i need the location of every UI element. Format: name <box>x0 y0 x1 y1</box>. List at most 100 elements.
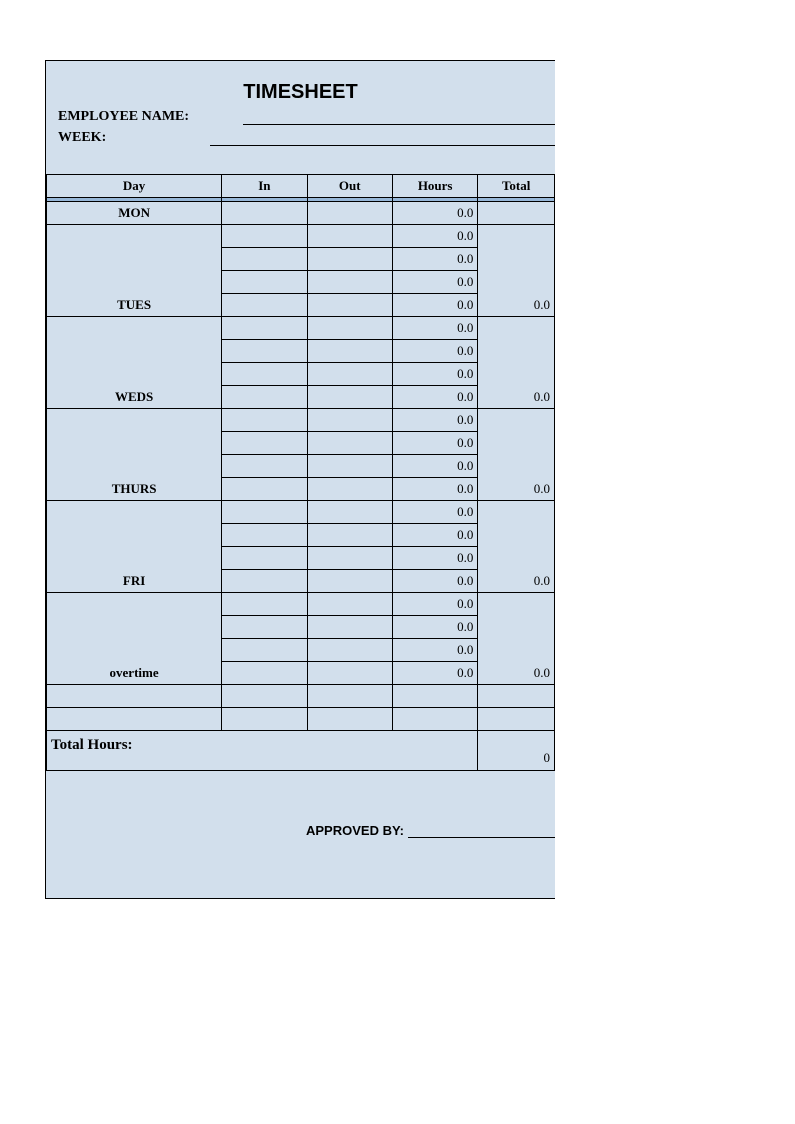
hours-cell: 0.0 <box>392 202 477 225</box>
hours-cell: 0.0 <box>392 317 477 340</box>
in-cell[interactable] <box>222 478 307 501</box>
blank-cell[interactable] <box>222 685 307 708</box>
col-out: Out <box>307 175 392 198</box>
in-cell[interactable] <box>222 202 307 225</box>
out-cell[interactable] <box>307 386 392 409</box>
in-cell[interactable] <box>222 386 307 409</box>
blank-cell[interactable] <box>392 685 477 708</box>
in-cell[interactable] <box>222 409 307 432</box>
out-cell[interactable] <box>307 317 392 340</box>
in-cell[interactable] <box>222 639 307 662</box>
in-cell[interactable] <box>222 432 307 455</box>
in-cell[interactable] <box>222 662 307 685</box>
col-in: In <box>222 175 307 198</box>
hours-cell: 0.0 <box>392 225 477 248</box>
blank-cell[interactable] <box>222 708 307 731</box>
day-total: 0.0 <box>478 501 555 593</box>
hours-cell: 0.0 <box>392 639 477 662</box>
form-title: TIMESHEET <box>243 81 357 103</box>
week-input[interactable] <box>210 127 555 146</box>
employee-name-row: EMPLOYEE NAME: <box>58 106 555 125</box>
out-cell[interactable] <box>307 478 392 501</box>
hours-cell: 0.0 <box>392 455 477 478</box>
week-label: WEEK: <box>58 130 106 146</box>
blank-cell[interactable] <box>307 685 392 708</box>
approved-by-input[interactable] <box>408 821 555 838</box>
blank-cell[interactable] <box>47 708 222 731</box>
title-row: TIMESHEET <box>46 81 555 104</box>
out-cell[interactable] <box>307 593 392 616</box>
blank-row <box>47 685 555 708</box>
col-total: Total <box>478 175 555 198</box>
in-cell[interactable] <box>222 616 307 639</box>
out-cell[interactable] <box>307 409 392 432</box>
hours-cell: 0.0 <box>392 570 477 593</box>
col-hours: Hours <box>392 175 477 198</box>
table-row: TUES0.00.0 <box>47 225 555 248</box>
out-cell[interactable] <box>307 616 392 639</box>
hours-cell: 0.0 <box>392 409 477 432</box>
in-cell[interactable] <box>222 340 307 363</box>
timesheet-table: Day In Out Hours Total MON0.0TUES0.00.00… <box>46 174 555 771</box>
out-cell[interactable] <box>307 662 392 685</box>
in-cell[interactable] <box>222 570 307 593</box>
out-cell[interactable] <box>307 225 392 248</box>
blank-cell[interactable] <box>47 685 222 708</box>
in-cell[interactable] <box>222 593 307 616</box>
hours-cell: 0.0 <box>392 593 477 616</box>
day-total: 0.0 <box>478 409 555 501</box>
in-cell[interactable] <box>222 524 307 547</box>
out-cell[interactable] <box>307 547 392 570</box>
in-cell[interactable] <box>222 455 307 478</box>
day-total <box>478 202 555 225</box>
in-cell[interactable] <box>222 294 307 317</box>
blank-cell[interactable] <box>307 708 392 731</box>
hours-cell: 0.0 <box>392 248 477 271</box>
in-cell[interactable] <box>222 547 307 570</box>
timesheet-form: TIMESHEET EMPLOYEE NAME: WEEK: Day In Ou… <box>45 60 555 899</box>
hours-cell: 0.0 <box>392 294 477 317</box>
day-label: FRI <box>47 501 222 593</box>
table-row: WEDS0.00.0 <box>47 317 555 340</box>
table-row: FRI0.00.0 <box>47 501 555 524</box>
hours-cell: 0.0 <box>392 386 477 409</box>
day-label: TUES <box>47 225 222 317</box>
hours-cell: 0.0 <box>392 271 477 294</box>
out-cell[interactable] <box>307 202 392 225</box>
in-cell[interactable] <box>222 501 307 524</box>
out-cell[interactable] <box>307 501 392 524</box>
day-label: THURS <box>47 409 222 501</box>
day-label: MON <box>47 202 222 225</box>
blank-cell[interactable] <box>392 708 477 731</box>
out-cell[interactable] <box>307 455 392 478</box>
in-cell[interactable] <box>222 248 307 271</box>
out-cell[interactable] <box>307 294 392 317</box>
out-cell[interactable] <box>307 570 392 593</box>
hours-cell: 0.0 <box>392 478 477 501</box>
out-cell[interactable] <box>307 271 392 294</box>
employee-name-label: EMPLOYEE NAME: <box>58 109 189 125</box>
employee-name-input[interactable] <box>243 106 555 125</box>
in-cell[interactable] <box>222 225 307 248</box>
blank-cell[interactable] <box>478 685 555 708</box>
table-header: Day In Out Hours Total <box>47 175 555 198</box>
hours-cell: 0.0 <box>392 501 477 524</box>
hours-cell: 0.0 <box>392 662 477 685</box>
in-cell[interactable] <box>222 271 307 294</box>
blank-cell[interactable] <box>478 708 555 731</box>
out-cell[interactable] <box>307 248 392 271</box>
out-cell[interactable] <box>307 639 392 662</box>
total-hours-value: 0 <box>478 731 555 771</box>
out-cell[interactable] <box>307 524 392 547</box>
approved-by-row: APPROVED BY: <box>46 771 555 838</box>
in-cell[interactable] <box>222 317 307 340</box>
out-cell[interactable] <box>307 340 392 363</box>
in-cell[interactable] <box>222 363 307 386</box>
day-total: 0.0 <box>478 317 555 409</box>
day-total: 0.0 <box>478 593 555 685</box>
out-cell[interactable] <box>307 432 392 455</box>
out-cell[interactable] <box>307 363 392 386</box>
hours-cell: 0.0 <box>392 547 477 570</box>
total-hours-row: Total Hours:0 <box>47 731 555 771</box>
hours-cell: 0.0 <box>392 616 477 639</box>
